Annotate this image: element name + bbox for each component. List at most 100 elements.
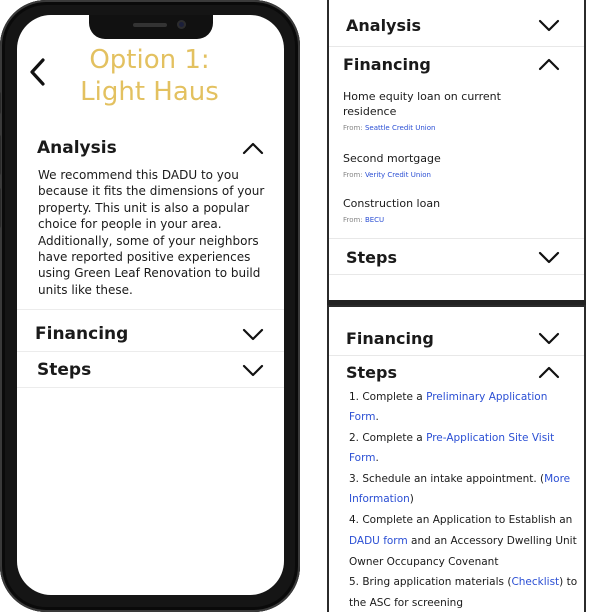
step-5: 5. Bring application materials (Checklis…	[349, 575, 577, 589]
step-text: .	[375, 452, 379, 464]
front-camera-icon	[177, 20, 186, 29]
chevron-down-icon	[538, 251, 560, 264]
step-1: 1. Complete a Preliminary Application	[349, 390, 547, 404]
chevron-down-icon	[538, 19, 560, 32]
step-text: and an Accessory Dwelling Unit	[407, 535, 577, 547]
step-text: the ASC for screening	[349, 597, 464, 609]
phone-screen: Option 1: Light Haus Analysis We recomme…	[17, 15, 284, 595]
step-3-cont: Information)	[349, 492, 414, 506]
steps-label: Steps	[346, 362, 397, 382]
financing-label: Financing	[346, 328, 434, 348]
step-text: 2. Complete a	[349, 432, 427, 444]
pre-application-site-visit-link[interactable]: Pre-Application Site Visit	[426, 432, 554, 444]
loan-source: From: Seattle Credit Union	[343, 124, 435, 132]
chevron-down-icon	[538, 332, 560, 345]
step-text: 5. Bring application materials (	[349, 576, 512, 588]
financing-expanded-panel: Analysis Financing Home equity loan on c…	[327, 0, 586, 300]
more-information-link[interactable]: More	[544, 473, 570, 485]
volume-up-button	[0, 135, 1, 175]
analysis-line: property. This unit is also a popular	[38, 200, 250, 215]
analysis-section-header[interactable]: Analysis	[17, 133, 284, 163]
divider	[329, 355, 584, 356]
pre-application-site-visit-link[interactable]: Form	[349, 452, 375, 464]
chevron-up-icon	[538, 58, 560, 71]
step-text: Owner Occupancy Covenant	[349, 556, 499, 568]
step-text: )	[409, 493, 414, 505]
divider	[329, 238, 584, 239]
more-information-link[interactable]: Information	[349, 493, 410, 505]
analysis-label: Analysis	[346, 15, 422, 35]
preliminary-application-link[interactable]: Preliminary Application	[426, 391, 547, 403]
loan-source: From: BECU	[343, 216, 384, 224]
loan-title: Home equity loan on current	[343, 90, 501, 103]
from-label: From:	[343, 124, 365, 132]
page-title-line2: Light Haus	[80, 77, 219, 107]
loan-title: Construction loan	[343, 197, 441, 210]
loan-title: residence	[343, 105, 397, 118]
step-2-cont: Form.	[349, 451, 379, 465]
checklist-link[interactable]: Checklist	[511, 576, 559, 588]
analysis-section-header[interactable]: Analysis	[346, 12, 560, 38]
step-2: 2. Complete a Pre-Application Site Visit	[349, 431, 554, 445]
analysis-line: choice for people in your area.	[38, 217, 222, 232]
step-5-cont: the ASC for screening	[349, 596, 463, 610]
notch	[89, 15, 213, 39]
from-label: From:	[343, 171, 365, 179]
dadu-form-link[interactable]: DADU form	[349, 535, 408, 547]
lender-link[interactable]: Verity Credit Union	[365, 171, 431, 179]
lender-link[interactable]: BECU	[365, 216, 384, 224]
steps-section-header[interactable]: Steps	[346, 244, 560, 270]
loan-source: From: Verity Credit Union	[343, 171, 431, 179]
chevron-up-icon	[242, 142, 264, 155]
steps-label: Steps	[346, 247, 397, 267]
loan-title: Second mortgage	[343, 152, 441, 165]
loan-option: Construction loan	[343, 196, 543, 211]
analysis-line: Additionally, some of your neighbors	[38, 233, 259, 248]
phone-frame: Option 1: Light Haus Analysis We recomme…	[0, 0, 300, 612]
silent-switch	[0, 92, 1, 114]
speaker-grille	[133, 23, 167, 27]
from-label: From:	[343, 216, 365, 224]
chevron-down-icon	[242, 328, 264, 341]
financing-section-header[interactable]: Financing	[17, 319, 284, 349]
preliminary-application-link[interactable]: Form	[349, 411, 375, 423]
financing-section-header[interactable]: Financing	[343, 51, 560, 77]
steps-section-header[interactable]: Steps	[346, 359, 560, 385]
analysis-line: because it fits the dimensions of your	[38, 184, 265, 199]
step-3: 3. Schedule an intake appointment. (More	[349, 472, 570, 486]
divider	[329, 274, 584, 275]
divider	[17, 309, 284, 310]
analysis-text: We recommend this DADU to you because it…	[38, 167, 272, 298]
step-1-cont: Form.	[349, 410, 379, 424]
step-4: 4. Complete an Application to Establish …	[349, 513, 572, 527]
step-text: 3. Schedule an intake appointment. (	[349, 473, 545, 485]
steps-expanded-panel: Financing Steps 1. Complete a Preliminar…	[327, 305, 586, 612]
financing-label: Financing	[343, 54, 431, 74]
chevron-down-icon	[242, 364, 264, 377]
steps-section-header[interactable]: Steps	[17, 355, 284, 385]
divider	[329, 46, 584, 47]
step-text: .	[375, 411, 379, 423]
analysis-label: Analysis	[37, 138, 117, 158]
chevron-up-icon	[538, 366, 560, 379]
lender-link[interactable]: Seattle Credit Union	[365, 124, 436, 132]
volume-down-button	[0, 188, 1, 228]
analysis-line: have reported positive experiences	[38, 250, 251, 265]
analysis-line: using Green Leaf Renovation to build	[38, 266, 261, 281]
step-text: 1. Complete a	[349, 391, 427, 403]
chevron-left-icon	[30, 58, 45, 86]
step-4-cont: Owner Occupancy Covenant	[349, 555, 498, 569]
divider	[17, 387, 284, 388]
financing-label: Financing	[35, 324, 129, 344]
loan-option: Home equity loan on current residence	[343, 89, 543, 119]
divider	[17, 351, 284, 352]
step-4-cont: DADU form and an Accessory Dwelling Unit	[349, 534, 577, 548]
financing-section-header[interactable]: Financing	[346, 325, 560, 351]
step-text: ) to	[559, 576, 578, 588]
page-title-line1: Option 1:	[89, 45, 210, 75]
steps-label: Steps	[37, 360, 92, 380]
analysis-line: We recommend this DADU to you	[38, 168, 239, 182]
back-button[interactable]	[27, 57, 49, 87]
step-text: 4. Complete an Application to Establish …	[349, 514, 573, 526]
loan-option: Second mortgage	[343, 151, 543, 166]
